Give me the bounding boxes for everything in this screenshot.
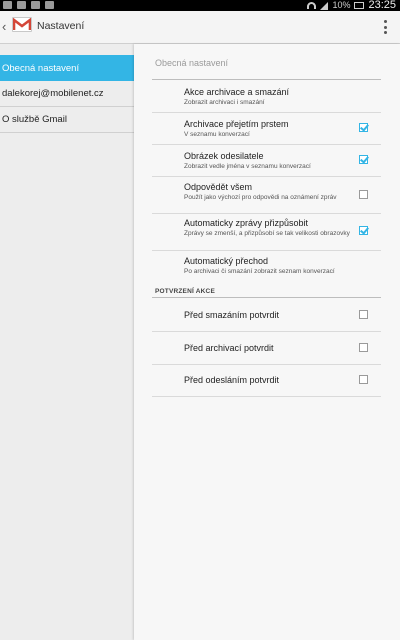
confirm-send-checkbox[interactable] — [359, 375, 368, 384]
gmail-logo-icon[interactable] — [12, 17, 32, 32]
setting-title: Archivace přejetím prstem — [184, 119, 289, 129]
signal-icon — [320, 1, 329, 10]
divider — [152, 176, 381, 177]
category-confirm-actions: POTVRZENÍ AKCE — [155, 288, 215, 295]
page-title: Nastavení — [37, 20, 85, 32]
divider — [152, 213, 381, 214]
sidebar-item-label: dalekorej@mobilenet.cz — [2, 88, 104, 99]
setting-summary: Zobrazit archivaci i smazání — [184, 99, 265, 106]
setting-title: Akce archivace a smazání — [184, 87, 290, 97]
status-time: 23:25 — [368, 0, 396, 11]
action-bar: ‹ Nastavení — [0, 11, 400, 44]
back-chevron-icon[interactable]: ‹ — [2, 19, 6, 35]
setting-title: Před odesláním potvrdit — [184, 375, 280, 385]
sidebar-item-general-settings[interactable]: Obecná nastavení — [0, 55, 134, 81]
setting-title: Před archivací potvrdit — [184, 343, 274, 353]
setting-auto-advance[interactable]: Automatický přechod Po archivaci či smaz… — [184, 256, 380, 276]
battery-icon — [354, 2, 365, 9]
setting-summary: Zobrazit vedle jména v seznamu konverzac… — [184, 163, 311, 170]
sidebar-item-account[interactable]: dalekorej@mobilenet.cz — [0, 81, 134, 107]
divider — [152, 144, 381, 145]
divider — [152, 250, 381, 251]
divider — [152, 331, 381, 332]
setting-title: Před smazáním potvrdit — [184, 310, 280, 320]
setting-reply-all[interactable]: Odpovědět všem Použít jako výchozí pro o… — [184, 182, 350, 202]
confirm-delete-checkbox[interactable] — [359, 310, 368, 319]
setting-auto-fit-messages[interactable]: Automaticky zprávy přizpůsobit Zprávy se… — [184, 218, 350, 238]
setting-summary: Zprávy se zmenší, a přizpůsobí se tak ve… — [184, 230, 350, 237]
setting-summary: V seznamu konverzací — [184, 131, 250, 138]
overflow-menu-icon[interactable] — [384, 20, 388, 34]
divider — [152, 396, 381, 397]
sidebar-item-about-gmail[interactable]: O službě Gmail — [0, 107, 134, 133]
notification-icons — [3, 1, 54, 9]
confirm-archive-checkbox[interactable] — [359, 343, 368, 352]
swipe-to-archive-checkbox[interactable] — [359, 123, 368, 132]
setting-title: Odpovědět všem — [184, 182, 253, 192]
sidebar-item-label: Obecná nastavení — [2, 62, 80, 74]
setting-sender-image[interactable]: Obrázek odesilatele Zobrazit vedle jména… — [184, 151, 380, 171]
divider — [152, 297, 381, 298]
setting-title: Automatický přechod — [184, 256, 269, 266]
setting-title: Automaticky zprávy přizpůsobit — [184, 218, 309, 228]
setting-confirm-archive[interactable]: Před archivací potvrdit — [184, 343, 380, 354]
auto-fit-messages-checkbox[interactable] — [359, 226, 368, 235]
setting-summary: Použít jako výchozí pro odpovědi na ozná… — [184, 194, 337, 201]
setting-swipe-to-archive[interactable]: Archivace přejetím prstem V seznamu konv… — [184, 119, 380, 139]
gmail-notification-icon — [3, 1, 12, 9]
download-notification-icon — [31, 1, 40, 9]
reply-all-checkbox[interactable] — [359, 190, 368, 199]
check-notification-icon — [45, 1, 54, 9]
setting-title: Obrázek odesilatele — [184, 151, 264, 161]
status-bar: 10% 23:25 — [0, 0, 400, 11]
setting-archive-delete-actions[interactable]: Akce archivace a smazání Zobrazit archiv… — [184, 87, 380, 107]
setting-confirm-send[interactable]: Před odesláním potvrdit — [184, 375, 380, 386]
settings-section-header: Obecná nastavení — [155, 58, 229, 68]
battery-percent: 10% — [332, 0, 351, 10]
image-notification-icon — [17, 1, 26, 9]
wifi-icon — [307, 2, 317, 9]
divider — [152, 364, 381, 365]
divider — [152, 112, 381, 113]
setting-confirm-delete[interactable]: Před smazáním potvrdit — [184, 310, 380, 321]
sender-image-checkbox[interactable] — [359, 155, 368, 164]
setting-summary: Po archivaci či smazání zobrazit seznam … — [184, 268, 335, 275]
sidebar: Obecná nastavení dalekorej@mobilenet.cz … — [0, 44, 134, 640]
sidebar-item-label: O službě Gmail — [2, 114, 67, 125]
divider — [152, 79, 381, 80]
